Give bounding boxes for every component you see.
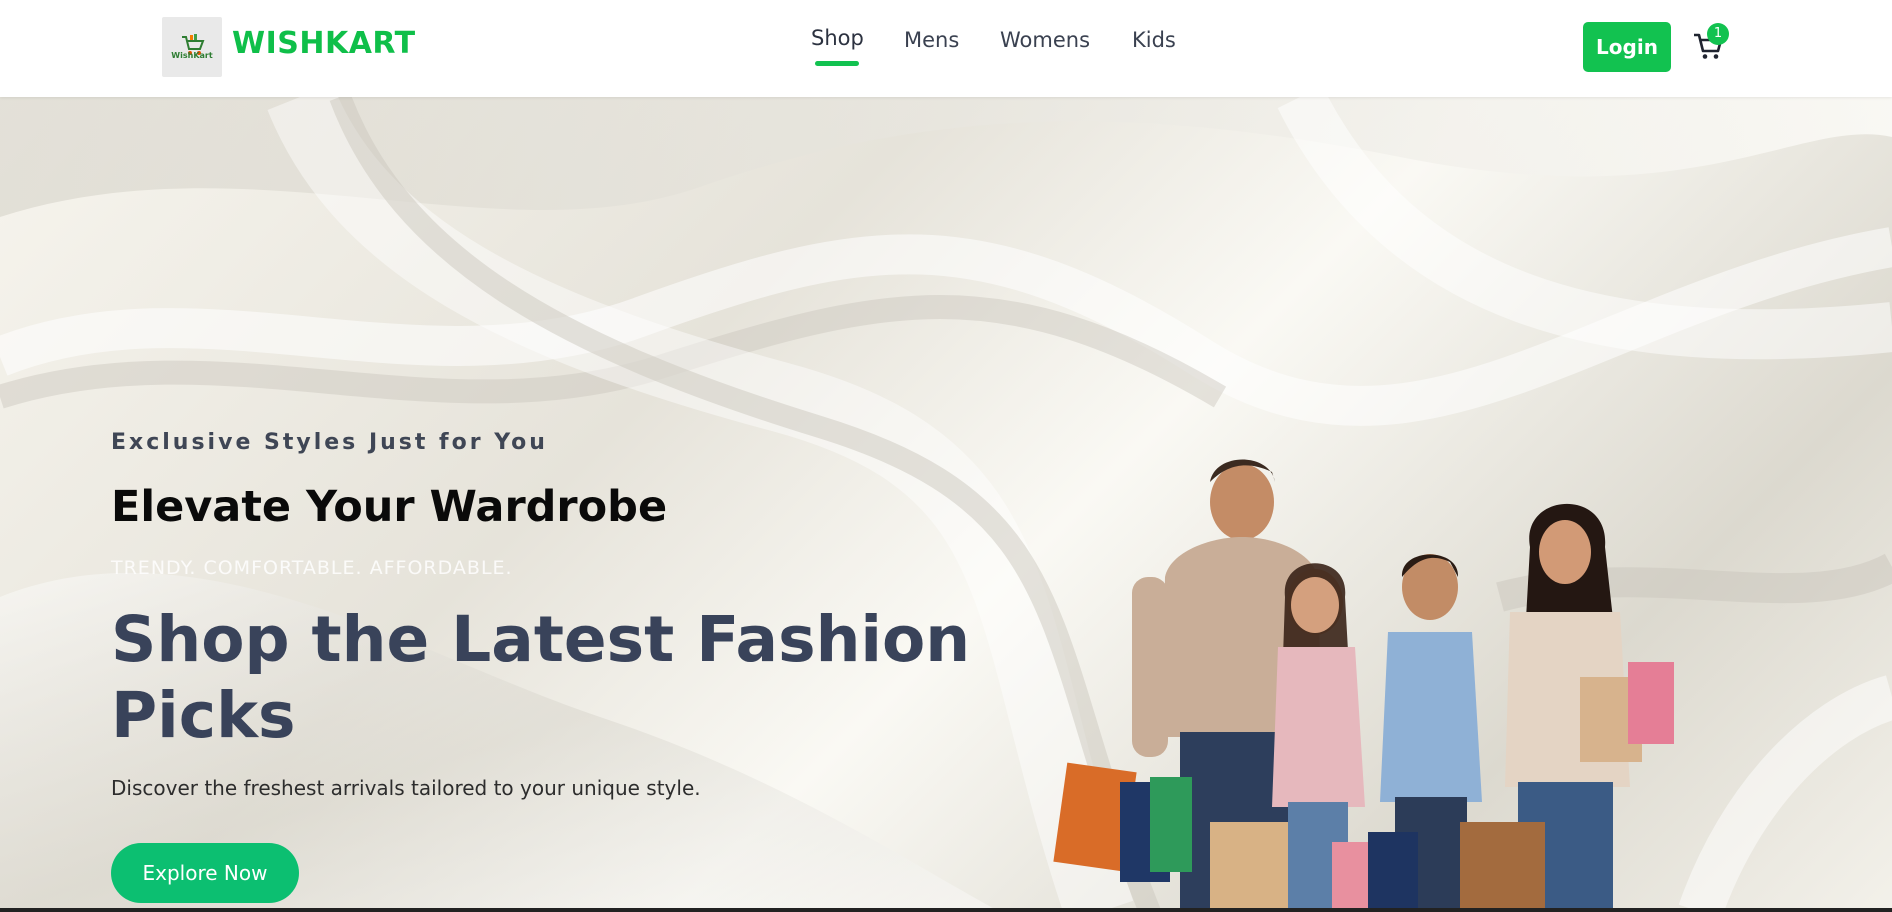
hero-eyebrow: Exclusive Styles Just for You <box>111 430 548 455</box>
nav-shop[interactable]: Shop <box>811 26 864 50</box>
hero-title: Shop the Latest Fashion Picks <box>111 603 971 752</box>
brand-name[interactable]: WISHKART <box>232 26 416 61</box>
cart-count-badge: 1 <box>1707 23 1729 45</box>
family-shopping-illustration <box>1053 459 1674 912</box>
page-bottom-edge <box>0 908 1892 912</box>
shopping-cart-logo-icon <box>182 34 205 55</box>
explore-now-button[interactable]: Explore Now <box>111 843 299 903</box>
navbar: WishKart WISHKART Shop Mens Womens Kids … <box>0 0 1892 97</box>
active-nav-indicator <box>815 61 859 66</box>
login-button[interactable]: Login <box>1583 22 1671 72</box>
nav-womens[interactable]: Womens <box>1000 28 1090 52</box>
hero-tagline: TRENDY. COMFORTABLE. AFFORDABLE. <box>111 557 513 579</box>
nav-mens[interactable]: Mens <box>904 28 959 52</box>
logo-text: WishKart <box>171 51 213 60</box>
hero-headline: Elevate Your Wardrobe <box>111 482 668 532</box>
nav-kids[interactable]: Kids <box>1132 28 1176 52</box>
hero-description: Discover the freshest arrivals tailored … <box>111 776 701 800</box>
hero-section: Exclusive Styles Just for You Elevate Yo… <box>0 97 1892 912</box>
logo[interactable]: WishKart <box>162 17 222 77</box>
